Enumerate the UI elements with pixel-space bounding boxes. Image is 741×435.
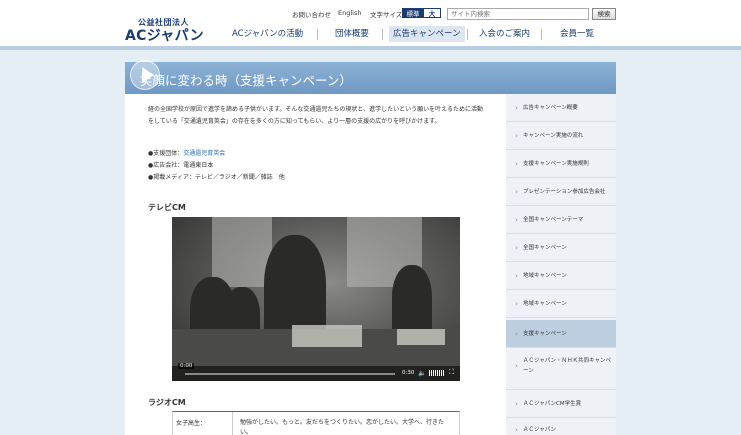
chevron-right-icon: › [515, 244, 518, 252]
chevron-right-icon: › [515, 426, 518, 434]
sidebar-item-label: プレゼンテーション参加広告会社 [523, 189, 606, 195]
video-current-time: 0:00 [178, 363, 195, 369]
nav-divider [467, 29, 468, 40]
support-org: ●支援団体：交通遺児育英会 [148, 148, 225, 160]
sidebar-item-label: 支援キャンペーン [523, 331, 567, 337]
nav-divider [382, 29, 383, 40]
video-scene-paper [292, 325, 362, 347]
intro-paragraph: 経の全国学校が原因で進学を諦める子供がいます。そんな交通遺児たちの現状と、進学し… [148, 106, 483, 125]
video-scene-paper [397, 329, 445, 345]
chevron-right-icon: › [515, 160, 518, 168]
sidebar-item-label: 地域キャンペーン [523, 273, 567, 279]
sidebar-item-label: 広告キャンペーン概要 [523, 105, 578, 111]
search-button[interactable]: 検索 [592, 8, 616, 20]
text-size-label: 文字サイズ [370, 11, 403, 19]
sidebar-item-label: 全国キャンペーン [523, 245, 567, 251]
nav-divider [317, 29, 318, 40]
chevron-right-icon: › [515, 362, 518, 370]
text-size-standard-button[interactable]: 標準 [402, 8, 424, 18]
sidebar-item-label: 支援キャンペーン実施規則 [523, 161, 589, 167]
contact-link[interactable]: お問い合わせ [292, 9, 331, 19]
video-progress-bar[interactable] [185, 373, 395, 375]
media-list: ●掲載メディア：テレビ／ラジオ／新聞／雑誌 他 [148, 174, 285, 181]
chevron-right-icon: › [515, 132, 518, 140]
play-icon [142, 67, 154, 83]
text-size-large-button[interactable]: 大 [423, 8, 441, 18]
sidebar-item-label[interactable]: ＡＣジャパン [523, 425, 615, 435]
video-scene-figure [392, 265, 432, 335]
english-link[interactable]: English [338, 9, 361, 17]
sidebar-item-label: ＡＣジャパンCM学生賞 [523, 401, 582, 407]
sidebar-item-label: キャンペーン実施の流れ [523, 133, 584, 139]
radio-speaker: 女子高生： [176, 420, 207, 427]
site-search-input[interactable] [447, 8, 589, 20]
chevron-right-icon: › [515, 216, 518, 224]
support-org-label: ●支援団体： [148, 150, 184, 157]
table-divider [232, 412, 233, 435]
site-header: 公益社団法人 ACジャパン お問い合わせ English 文字サイズ 標準 大 … [0, 0, 741, 48]
chevron-right-icon: › [515, 104, 518, 112]
nav-membership[interactable]: 入会のご案内 [479, 26, 530, 42]
nav-activities[interactable]: ACジャパンの活動 [232, 26, 303, 42]
nav-member-list[interactable]: 会員一覧 [560, 26, 594, 42]
chevron-right-icon: › [515, 188, 518, 196]
chevron-right-icon: › [515, 330, 518, 338]
nav-divider [541, 29, 542, 40]
sidebar-item-label: 地域キャンペーン [523, 301, 567, 307]
site-logo[interactable]: ACジャパン [125, 25, 204, 45]
nav-organization[interactable]: 団体概要 [335, 26, 369, 42]
fullscreen-icon[interactable]: ⛶ [449, 368, 454, 377]
video-duration: 0:30 [402, 370, 415, 376]
radio-cm-heading: ラジオCM [148, 398, 186, 407]
page-title: 笑顔に変わる時（支援キャンペーン） [140, 73, 352, 88]
tv-cm-heading: テレビCM [148, 203, 186, 212]
chevron-right-icon: › [515, 300, 518, 308]
chevron-right-icon: › [515, 400, 518, 408]
radio-line: 勉強がしたい。もっと。友だちをつくりたい。恋がしたい。大学へ、行きたい。 [240, 419, 445, 435]
chevron-right-icon: › [515, 272, 518, 280]
volume-icon[interactable]: 🔈 [418, 369, 426, 377]
support-org-link[interactable]: 交通遺児育英会 [183, 150, 225, 157]
tv-cm-video[interactable] [172, 217, 460, 381]
ad-agency: ●広告会社：電通東日本 [148, 162, 214, 169]
sidebar-item-label: ＡＣジャパン・ＮＨＫ共同キャンペーン [523, 358, 612, 374]
nav-ad-campaign[interactable]: 広告キャンペーン [389, 26, 465, 42]
video-scene-window [212, 217, 272, 287]
sidebar-item-label: 全国キャンペーンテーマ [523, 217, 584, 223]
volume-slider[interactable] [429, 370, 444, 376]
